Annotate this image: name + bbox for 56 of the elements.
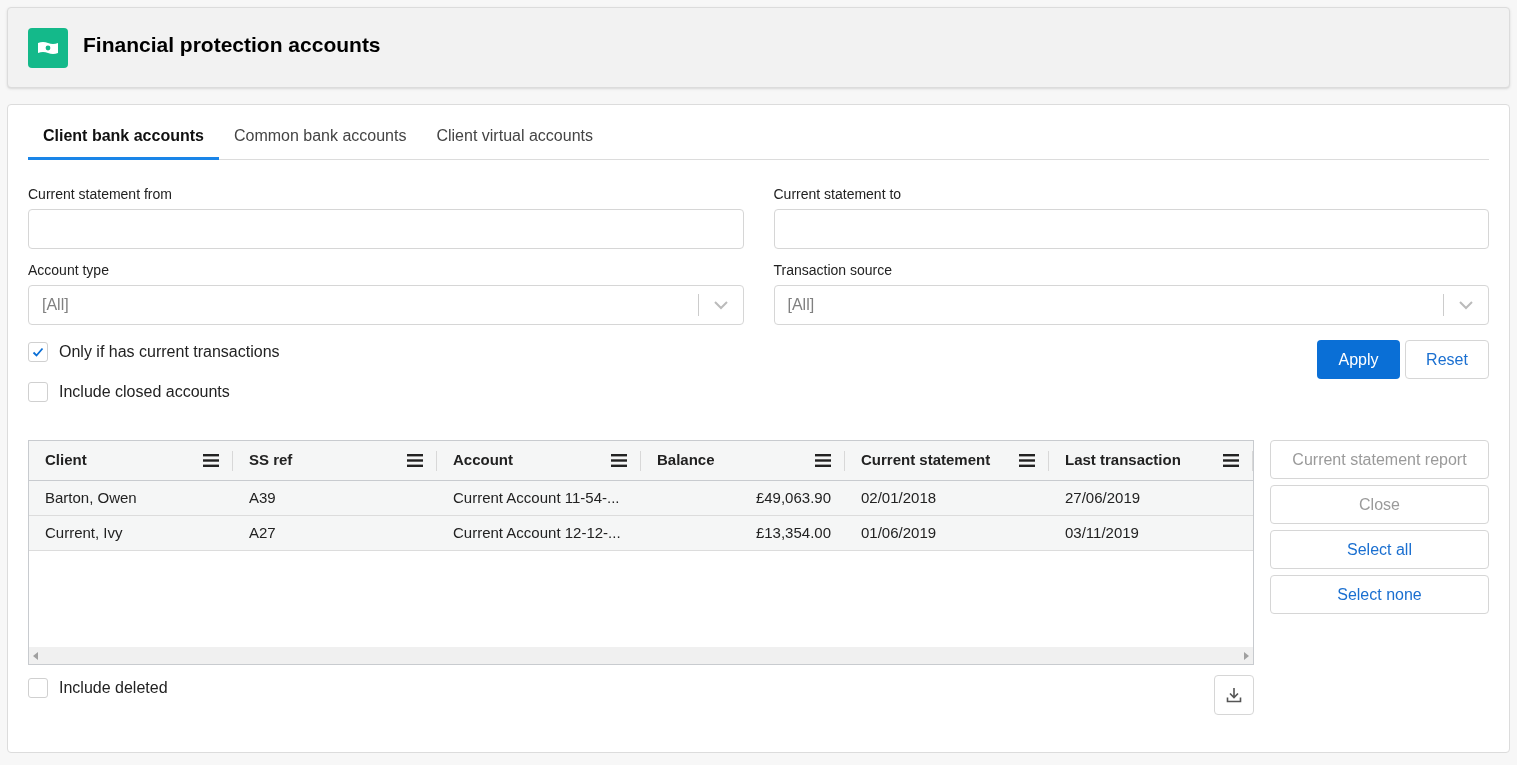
tab[interactable]: Client bank accounts <box>28 115 219 160</box>
column-header[interactable]: Last transaction <box>1065 449 1223 472</box>
column-header[interactable]: Client <box>45 449 203 472</box>
money-icon <box>28 28 68 68</box>
table-cell-text: 02/01/2018 <box>861 487 937 508</box>
checkmark-icon <box>32 347 44 357</box>
action-button[interactable]: Select none <box>1270 575 1489 614</box>
reset-button[interactable]: Reset <box>1405 340 1489 379</box>
chevron-down-icon <box>712 300 729 310</box>
table-cell-text: Current Account 11-54-... <box>453 487 620 508</box>
column-header[interactable]: Account <box>453 449 611 472</box>
apply-button[interactable]: Apply <box>1317 340 1400 379</box>
input-field[interactable] <box>28 209 744 249</box>
field-label: Current statement from <box>28 185 173 204</box>
column-header[interactable]: Balance <box>657 449 815 472</box>
table-row[interactable]: Current, Ivy A27 Current Account 12-12-... £13,354.00 01/06/2019 03/11/2019 <box>29 516 1253 551</box>
column-header[interactable]: SS ref <box>249 449 407 472</box>
menu-icon[interactable] <box>203 454 219 467</box>
field-label: Current statement to <box>773 185 903 204</box>
field-label: Account type <box>28 261 110 280</box>
table-cell-text: Current Account 12-12-... <box>453 522 621 543</box>
menu-icon[interactable] <box>815 454 831 467</box>
menu-icon[interactable] <box>407 454 423 467</box>
action-button[interactable]: Select all <box>1270 530 1489 569</box>
download-button[interactable] <box>1214 675 1254 715</box>
chevron-down-icon <box>1458 300 1474 310</box>
table-cell-text: £13,354.00 <box>755 522 831 543</box>
checkbox-label: Include deleted <box>59 678 168 698</box>
table-cell-text: Current, Ivy <box>45 522 123 543</box>
checkbox-label: Only if has current transactions <box>59 342 280 362</box>
column-header[interactable]: Current statement <box>861 449 1019 472</box>
select-value: [All] <box>42 295 70 315</box>
menu-icon[interactable] <box>611 454 627 467</box>
select-field[interactable]: [All] <box>773 285 1489 325</box>
select-field[interactable]: [All] <box>28 285 744 325</box>
table-cell-text: Barton, Owen <box>45 487 137 508</box>
table-cell-text: 01/06/2019 <box>861 522 937 543</box>
checkbox[interactable] <box>28 382 48 402</box>
checkbox-label: Include closed accounts <box>59 382 230 402</box>
checkbox[interactable] <box>28 678 48 698</box>
tab[interactable]: Common bank accounts <box>218 115 422 160</box>
table-cell-text: 03/11/2019 <box>1065 522 1139 543</box>
table-cell-text: A39 <box>249 487 276 508</box>
field-label: Transaction source <box>773 261 894 280</box>
table-cell-text: A27 <box>249 522 276 543</box>
table-cell-text: £49,063.90 <box>755 487 831 508</box>
tab[interactable]: Client virtual accounts <box>421 115 608 160</box>
checkbox[interactable] <box>28 342 48 362</box>
table-row[interactable]: Barton, Owen A39 Current Account 11-54-... £49,063.90 02/01/2018 27/06/2019 <box>29 481 1253 516</box>
select-value: [All] <box>787 295 816 315</box>
input-field[interactable] <box>773 209 1489 249</box>
menu-icon[interactable] <box>1019 454 1035 467</box>
menu-icon[interactable] <box>1223 454 1239 467</box>
table-cell-text: 27/06/2019 <box>1065 487 1141 508</box>
page-title: Financial protection accounts <box>83 32 381 58</box>
download-icon <box>1226 687 1242 703</box>
